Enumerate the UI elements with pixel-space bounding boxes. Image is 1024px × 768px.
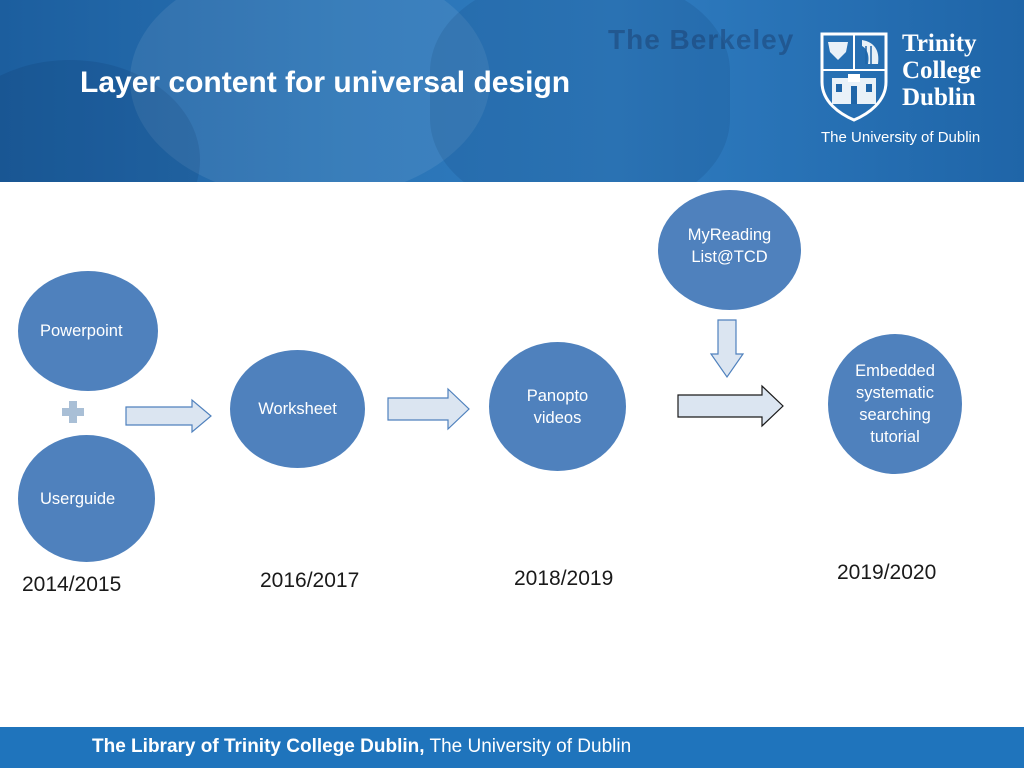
node-embedded-tutorial: Embedded systematic searching tutorial [828,334,962,474]
year-label: 2014/2015 [22,573,122,596]
node-userguide: Userguide [18,435,155,562]
right-arrow-icon [677,384,784,428]
down-arrow-icon [709,319,745,379]
footer-text: The Library of Trinity College Dublin, T… [92,736,631,758]
node-label: MyReading List@TCD [687,226,772,266]
node-label: Userguide [40,489,116,508]
right-arrow-icon [125,398,212,434]
year-label: 2016/2017 [260,569,360,592]
node-label: Embedded systematic searching tutorial [855,362,935,446]
header-banner: The Berkeley Layer content for universal… [0,0,1024,182]
slide-title: Layer content for universal design [80,66,571,99]
year-label: 2019/2020 [837,561,937,584]
year-label: 2018/2019 [514,567,614,590]
footer-bar: The Library of Trinity College Dublin, T… [0,727,1024,768]
college-crest-icon [820,32,888,122]
footer-library-name: The Library of Trinity College Dublin, [92,736,425,757]
node-powerpoint: Powerpoint [18,271,158,391]
college-name-line: College [902,57,982,84]
college-name-line: Trinity [902,30,977,57]
background-sign-text: The Berkeley [608,24,795,55]
college-name: Trinity College Dublin [902,30,981,111]
node-panopto-videos: Panopto videos [489,342,626,471]
node-label: Powerpoint [40,322,123,340]
right-arrow-icon [387,387,470,431]
node-label: Worksheet [258,400,337,418]
node-worksheet: Worksheet [230,350,365,468]
college-subtitle: The University of Dublin [821,129,981,146]
footer-university-name: The University of Dublin [424,736,632,757]
node-label: Panopto videos [526,386,589,427]
plus-icon [62,401,84,423]
college-name-line: Dublin [902,84,976,111]
node-myreadinglist: MyReading List@TCD [658,190,801,310]
